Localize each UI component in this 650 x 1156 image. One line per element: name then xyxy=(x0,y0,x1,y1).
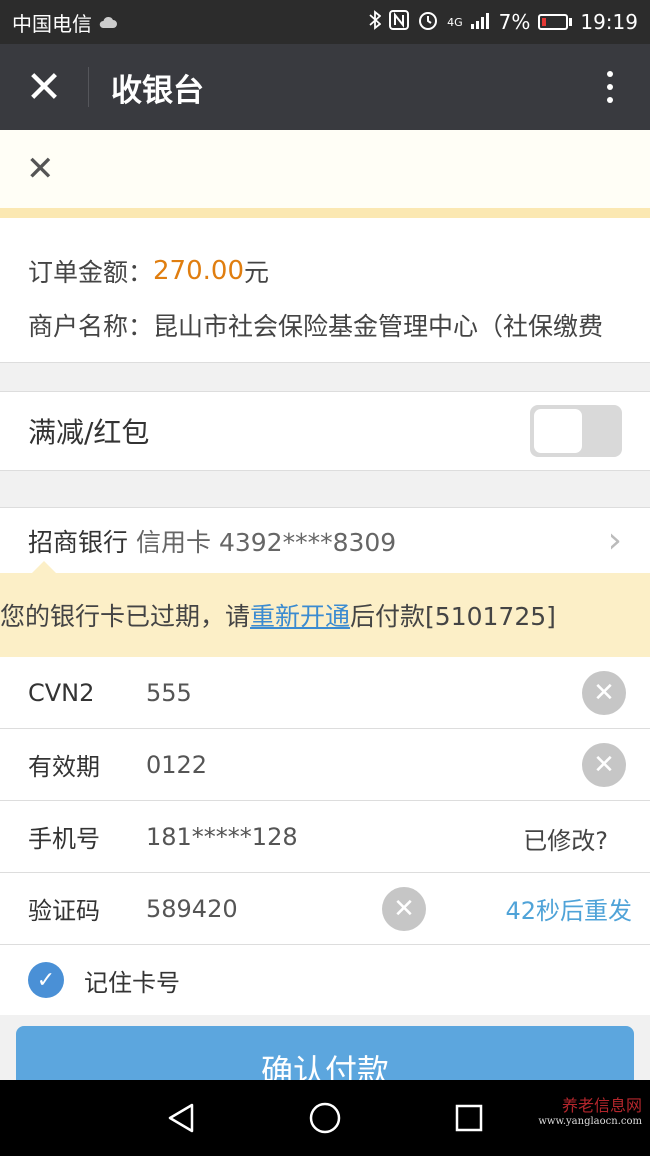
bank-name: 招商银行 xyxy=(28,527,129,557)
watermark-url: www.yanglaocn.com xyxy=(538,1116,642,1127)
phone-label: 手机号 xyxy=(28,825,100,853)
title-bar: ✕ 收银台 xyxy=(0,44,650,130)
phone-modified-link[interactable]: 已修改? xyxy=(523,821,608,856)
expiry-input[interactable]: 0122 xyxy=(146,751,207,779)
watermark-text: 养老信息网 xyxy=(561,1096,642,1115)
clock: 19:19 xyxy=(580,10,638,34)
close-icon[interactable]: ✕ xyxy=(0,44,88,130)
code-input[interactable]: 589420 xyxy=(146,895,238,923)
amount-value: 270.00 xyxy=(153,256,244,286)
discount-row: 满减/红包 xyxy=(0,391,650,471)
clear-code-icon[interactable]: ✕ xyxy=(382,887,426,931)
home-icon[interactable] xyxy=(308,1101,342,1135)
reopen-link[interactable]: 重新开通 xyxy=(250,597,350,633)
merchant-value: 昆山市社会保险基金管理中心（社保缴费 xyxy=(153,312,604,341)
payment-form: CVN2 555 ✕ 有效期 0122 ✕ 手机号 181*****128 已修… xyxy=(0,657,650,945)
alarm-icon xyxy=(417,9,439,36)
card-expired-warning: 您的银行卡已过期，请 重新开通 后付款[5101725] xyxy=(0,561,650,657)
section-gap xyxy=(0,363,650,391)
clear-cvn2-icon[interactable]: ✕ xyxy=(582,671,626,715)
carrier-label: 中国电信 xyxy=(12,11,92,36)
discount-label: 满减/红包 xyxy=(28,416,150,449)
battery-icon xyxy=(538,14,573,30)
section-gap xyxy=(0,471,650,507)
discount-toggle[interactable] xyxy=(530,405,622,457)
cvn2-input[interactable]: 555 xyxy=(146,679,192,707)
warning-suffix: 后付款[5101725] xyxy=(350,602,556,631)
cvn2-label: CVN2 xyxy=(28,678,95,707)
cashier-close-bar: ✕ xyxy=(0,130,650,208)
resend-code-button[interactable]: 42秒后重发 xyxy=(505,891,632,926)
title-divider xyxy=(88,67,89,107)
merchant-label: 商户名称： xyxy=(28,312,154,341)
cloud-icon xyxy=(98,10,118,34)
cashier-content: ✕ 订单金额： 270.00 元 商户名称： 昆山市社会保险基金管理中心（社保缴… xyxy=(0,130,650,1080)
watermark-logo: 养老信息网 www.yanglaocn.com xyxy=(538,1092,642,1127)
amount-unit: 元 xyxy=(244,258,270,287)
expiry-row: 有效期 0122 ✕ xyxy=(0,729,650,801)
remember-card-label: 记住卡号 xyxy=(84,968,180,997)
back-icon[interactable] xyxy=(166,1102,196,1134)
status-bar: 中国电信 4G 7% 19:19 xyxy=(0,0,650,44)
dismiss-icon[interactable]: ✕ xyxy=(26,149,55,189)
yellow-divider xyxy=(0,208,650,218)
code-row: 验证码 589420 ✕ 42秒后重发 xyxy=(0,873,650,945)
order-info: 订单金额： 270.00 元 商户名称： 昆山市社会保险基金管理中心（社保缴费 xyxy=(0,218,650,363)
network-type: 4G xyxy=(447,15,463,29)
app-root: 中国电信 4G 7% 19:19 ✕ 收银台 ✕ 订单金额： 270.00 元 … xyxy=(0,0,650,1156)
remember-card-row[interactable]: ✓ 记住卡号 xyxy=(0,945,650,1015)
more-vertical-icon[interactable] xyxy=(570,44,650,130)
nfc-icon xyxy=(389,9,410,35)
recents-icon[interactable] xyxy=(454,1103,484,1133)
expiry-label: 有效期 xyxy=(28,753,100,781)
signal-icon xyxy=(470,10,491,34)
phone-row: 手机号 181*****128 已修改? xyxy=(0,801,650,873)
clear-expiry-icon[interactable]: ✕ xyxy=(582,743,626,787)
page-title: 收银台 xyxy=(111,72,204,109)
card-info: 信用卡 4392****8309 xyxy=(136,527,397,557)
order-amount-row: 订单金额： 270.00 元 xyxy=(28,244,622,298)
warning-prefix: 您的银行卡已过期，请 xyxy=(0,602,251,631)
battery-percent: 7% xyxy=(498,10,531,34)
amount-label: 订单金额： xyxy=(28,258,154,287)
cvn2-row: CVN2 555 ✕ xyxy=(0,657,650,729)
merchant-row: 商户名称： 昆山市社会保险基金管理中心（社保缴费 xyxy=(28,298,622,352)
check-icon[interactable]: ✓ xyxy=(28,962,64,998)
phone-value: 181*****128 xyxy=(146,822,298,851)
chevron-right-icon: › xyxy=(607,520,622,561)
bluetooth-icon xyxy=(369,9,382,35)
code-label: 验证码 xyxy=(28,897,100,925)
bank-card-selector[interactable]: 招商银行 信用卡 4392****8309 › xyxy=(0,507,650,573)
confirm-payment-button[interactable]: 确认付款 xyxy=(16,1026,634,1080)
toggle-knob xyxy=(534,409,582,453)
